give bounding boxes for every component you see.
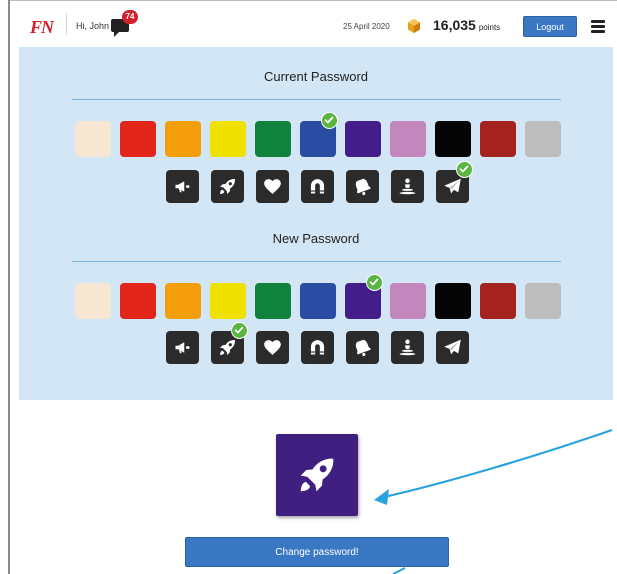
current-magnet-icon[interactable] <box>301 170 334 203</box>
new-megaphone-icon[interactable] <box>166 331 199 364</box>
messages-count-badge: 74 <box>122 10 138 24</box>
current-color-swatch-black[interactable] <box>435 121 471 157</box>
new-paper-plane-icon[interactable] <box>436 331 469 364</box>
new-heart-icon[interactable] <box>256 331 289 364</box>
current-date: 25 April 2020 <box>343 22 390 31</box>
new-color-swatch-green[interactable] <box>255 283 291 319</box>
current-color-swatch-dark-red[interactable] <box>480 121 516 157</box>
new-color-swatch-grey[interactable] <box>525 283 561 319</box>
new-color-swatch-black[interactable] <box>435 283 471 319</box>
points-coin-icon <box>408 19 420 33</box>
logout-button[interactable]: Logout <box>523 16 577 37</box>
current-color-swatch-orange[interactable] <box>165 121 201 157</box>
current-color-swatch-cream[interactable] <box>75 121 111 157</box>
current-megaphone-icon[interactable] <box>166 170 199 203</box>
rocket-icon <box>300 458 334 492</box>
new-color-swatch-red[interactable] <box>120 283 156 319</box>
header-divider <box>66 13 67 35</box>
points-total: 16,035 points <box>433 17 500 33</box>
new-color-swatch-dark-red[interactable] <box>480 283 516 319</box>
new-magnet-icon[interactable] <box>301 331 334 364</box>
current-password-title: Current Password <box>263 69 369 84</box>
new-color-swatch-blue[interactable] <box>300 283 336 319</box>
new-password-title: New Password <box>272 231 360 246</box>
new-color-swatch-cream[interactable] <box>75 283 111 319</box>
selected-check-icon <box>366 274 383 291</box>
site-logo[interactable]: FN <box>30 17 54 38</box>
current-color-swatch-pink[interactable] <box>390 121 426 157</box>
points-unit: points <box>478 23 501 32</box>
selected-check-icon <box>321 112 338 129</box>
new-color-swatch-pink[interactable] <box>390 283 426 319</box>
new-color-swatch-yellow[interactable] <box>210 283 246 319</box>
selected-check-icon <box>456 161 473 178</box>
top-header: FN Hi, John 74 25 April 2020 16,035 point… <box>10 1 617 47</box>
new-person-icon[interactable] <box>391 331 424 364</box>
current-color-swatch-green[interactable] <box>255 121 291 157</box>
password-preview-tile <box>276 434 358 516</box>
new-bell-icon[interactable] <box>346 331 379 364</box>
change-password-button[interactable]: Change password! <box>185 537 449 567</box>
current-heart-icon[interactable] <box>256 170 289 203</box>
current-rocket-icon[interactable] <box>211 170 244 203</box>
selected-check-icon <box>231 322 248 339</box>
current-color-swatch-yellow[interactable] <box>210 121 246 157</box>
current-color-swatch-grey[interactable] <box>525 121 561 157</box>
new-color-swatch-orange[interactable] <box>165 283 201 319</box>
greeting-text: Hi, John <box>76 21 110 31</box>
hamburger-menu-icon[interactable] <box>591 20 605 33</box>
current-bell-icon[interactable] <box>346 170 379 203</box>
current-color-swatch-red[interactable] <box>120 121 156 157</box>
current-color-swatch-purple[interactable] <box>345 121 381 157</box>
current-person-icon[interactable] <box>391 170 424 203</box>
points-value: 16,035 <box>433 17 476 33</box>
new-password-divider <box>72 261 561 262</box>
current-password-divider <box>72 99 561 100</box>
